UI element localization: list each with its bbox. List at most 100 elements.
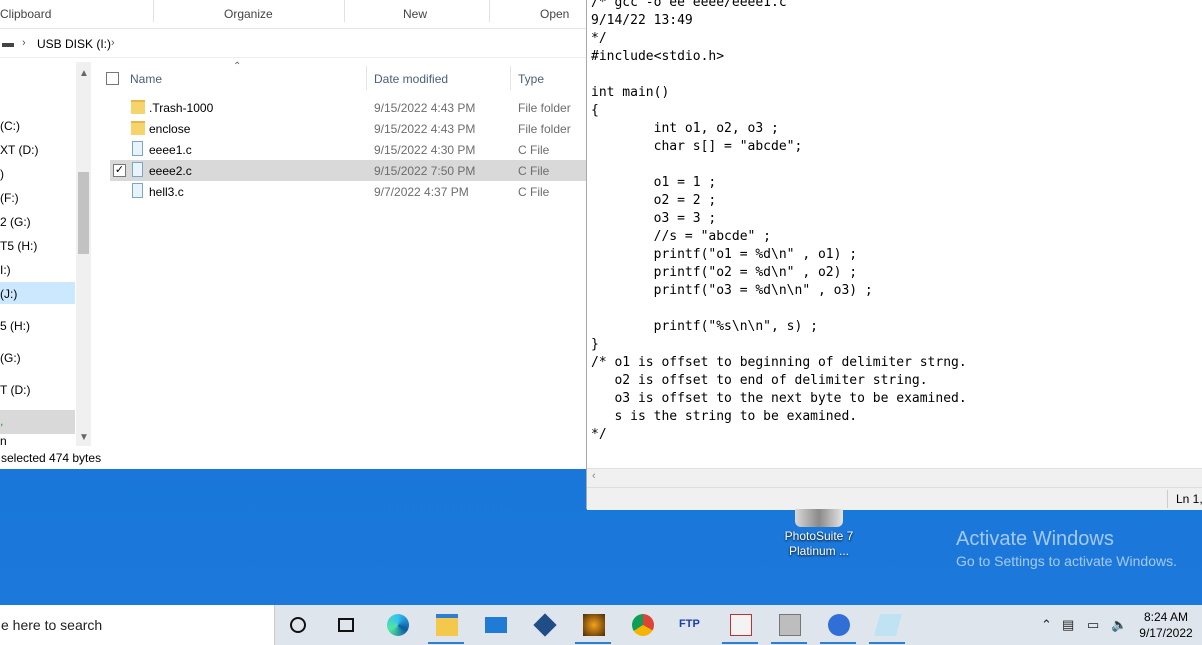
column-type[interactable]: Type xyxy=(518,72,544,86)
chrome-icon xyxy=(632,614,654,636)
scroll-left-icon[interactable]: ‹ xyxy=(592,470,596,482)
folder-tray-icon[interactable]: ▤ xyxy=(1062,617,1074,633)
nav-item-d2[interactable]: T (D:) xyxy=(0,383,30,397)
file-explorer-window: Clipboard Organize New Open › USB DISK (… xyxy=(0,0,587,469)
nav-item-c[interactable]: (C:) xyxy=(0,119,20,133)
chat-button[interactable] xyxy=(816,608,860,644)
scroll-up-icon[interactable]: ▲ xyxy=(79,68,89,79)
selection-status: selected 474 bytes xyxy=(1,451,102,465)
edge-icon xyxy=(387,614,409,636)
nav-focus-highlight xyxy=(0,410,75,434)
ftp-icon: FTP xyxy=(679,618,700,630)
network-icon[interactable]: ▭ xyxy=(1087,617,1099,633)
archive-icon xyxy=(779,614,801,636)
file-name: .Trash-1000 xyxy=(149,101,214,115)
nav-item-g2[interactable]: (G:) xyxy=(0,351,21,365)
mail-button[interactable] xyxy=(473,608,517,644)
scroll-down-icon[interactable]: ▼ xyxy=(79,432,89,443)
archive-button[interactable] xyxy=(767,608,811,644)
folder-icon xyxy=(131,100,145,114)
taskbar-search[interactable]: e here to search xyxy=(0,605,275,645)
chevron-right-icon[interactable]: › xyxy=(111,37,115,49)
file-row-selected[interactable]: ✓ eeee2.c 9/15/2022 7:50 PM C File xyxy=(110,160,586,181)
activate-subtitle: Go to Settings to activate Windows. xyxy=(956,553,1177,569)
notepad-status-bar: Ln 1, xyxy=(587,487,1202,510)
notepad-button[interactable] xyxy=(865,608,909,644)
status-bar: selected 474 bytes xyxy=(0,448,586,468)
nav-item-j[interactable]: (J:) xyxy=(0,287,17,301)
file-type: C File xyxy=(518,185,550,199)
notepad-icon xyxy=(874,614,902,636)
address-bar[interactable]: › USB DISK (I:) › xyxy=(0,31,586,58)
nav-scrollbar[interactable]: ▲ ▼ xyxy=(76,62,91,446)
clock[interactable]: 8:24 AM 9/17/2022 xyxy=(1136,609,1196,641)
nav-item-i[interactable]: I:) xyxy=(0,263,11,277)
file-row[interactable]: .Trash-1000 9/15/2022 4:43 PM File folde… xyxy=(110,97,586,118)
photosuite-icon xyxy=(795,509,843,527)
chrome-button[interactable] xyxy=(620,608,664,644)
activate-title: Activate Windows xyxy=(956,528,1114,550)
chevron-right-icon: › xyxy=(22,37,26,49)
file-name: eeee1.c xyxy=(149,143,192,157)
file-row[interactable]: enclose 9/15/2022 4:43 PM File folder xyxy=(110,118,586,139)
mail-icon xyxy=(485,617,507,633)
chevron-up-icon[interactable]: ⌃ xyxy=(1041,617,1052,633)
file-row[interactable]: eeee1.c 9/15/2022 4:30 PM C File xyxy=(110,139,586,160)
file-icon xyxy=(132,141,143,156)
virtualbox-button[interactable] xyxy=(522,608,566,644)
nav-item-f[interactable]: (F:) xyxy=(0,191,19,205)
horizontal-scrollbar[interactable]: ‹ xyxy=(587,468,1202,487)
ribbon-group-organize: Organize xyxy=(224,7,273,21)
file-type: C File xyxy=(518,164,550,178)
ribbon-group-clipboard: Clipboard xyxy=(0,7,52,21)
nav-scroll-thumb[interactable] xyxy=(78,172,89,254)
nav-item-g[interactable]: 2 (G:) xyxy=(0,215,31,229)
ribbon-group-new: New xyxy=(403,7,428,21)
app-icon xyxy=(730,614,752,636)
column-date-modified[interactable]: Date modified xyxy=(374,72,448,86)
file-date: 9/15/2022 4:30 PM xyxy=(374,143,476,157)
file-list: Name ⌃ Date modified Type .Trash-1000 9/… xyxy=(92,61,586,446)
nav-item-network[interactable]: , xyxy=(0,414,3,428)
media-button[interactable] xyxy=(571,608,615,644)
app-button[interactable] xyxy=(718,608,762,644)
volume-icon[interactable]: 🔈 xyxy=(1111,617,1127,633)
row-checkbox[interactable]: ✓ xyxy=(113,164,126,177)
edge-button[interactable] xyxy=(375,608,419,644)
text-editor-content[interactable]: /* gcc -o ee eeee/eeee1.c 9/14/22 13:49 … xyxy=(591,0,967,444)
ribbon-group-open: Open xyxy=(540,7,570,21)
nav-item-linux[interactable]: n xyxy=(0,434,7,448)
file-explorer-button[interactable] xyxy=(424,608,468,644)
column-name[interactable]: Name xyxy=(130,72,162,86)
file-date: 9/15/2022 4:43 PM xyxy=(374,122,476,136)
ribbon: Clipboard Organize New Open xyxy=(0,0,586,29)
notepad-window: /* gcc -o ee eeee/eeee1.c 9/14/22 13:49 … xyxy=(586,0,1202,510)
task-view-icon xyxy=(338,618,354,632)
file-explorer-icon xyxy=(436,614,458,636)
media-icon xyxy=(583,614,605,636)
search-placeholder: e here to search xyxy=(1,617,103,633)
folder-icon xyxy=(131,121,145,135)
cortana-icon xyxy=(290,617,306,633)
nav-item-h[interactable]: T5 (H:) xyxy=(0,239,37,253)
file-date: 9/15/2022 7:50 PM xyxy=(374,164,476,178)
file-date: 9/7/2022 4:37 PM xyxy=(374,185,469,199)
cortana-button[interactable] xyxy=(276,608,320,644)
nav-item-d[interactable]: XT (D:) xyxy=(0,143,38,157)
file-name: enclose xyxy=(149,122,191,136)
desktop-icon-label: PhotoSuite 7 Platinum ... xyxy=(784,529,854,558)
file-name: eeee2.c xyxy=(149,164,192,178)
clock-date: 9/17/2022 xyxy=(1139,626,1193,640)
chat-icon xyxy=(828,614,850,636)
nav-item-h2[interactable]: 5 (H:) xyxy=(0,319,30,333)
file-row[interactable]: hell3.c 9/7/2022 4:37 PM C File xyxy=(110,181,586,202)
task-view-button[interactable] xyxy=(325,608,369,644)
nav-item-e[interactable]: ) xyxy=(0,167,4,181)
ftp-button[interactable]: FTP xyxy=(669,608,713,644)
select-all-checkbox[interactable] xyxy=(106,72,119,85)
file-type: File folder xyxy=(518,122,571,136)
file-icon xyxy=(132,183,143,198)
file-type: C File xyxy=(518,143,550,157)
breadcrumb-usb-disk[interactable]: USB DISK (I:) xyxy=(37,37,111,51)
file-icon xyxy=(132,162,143,177)
